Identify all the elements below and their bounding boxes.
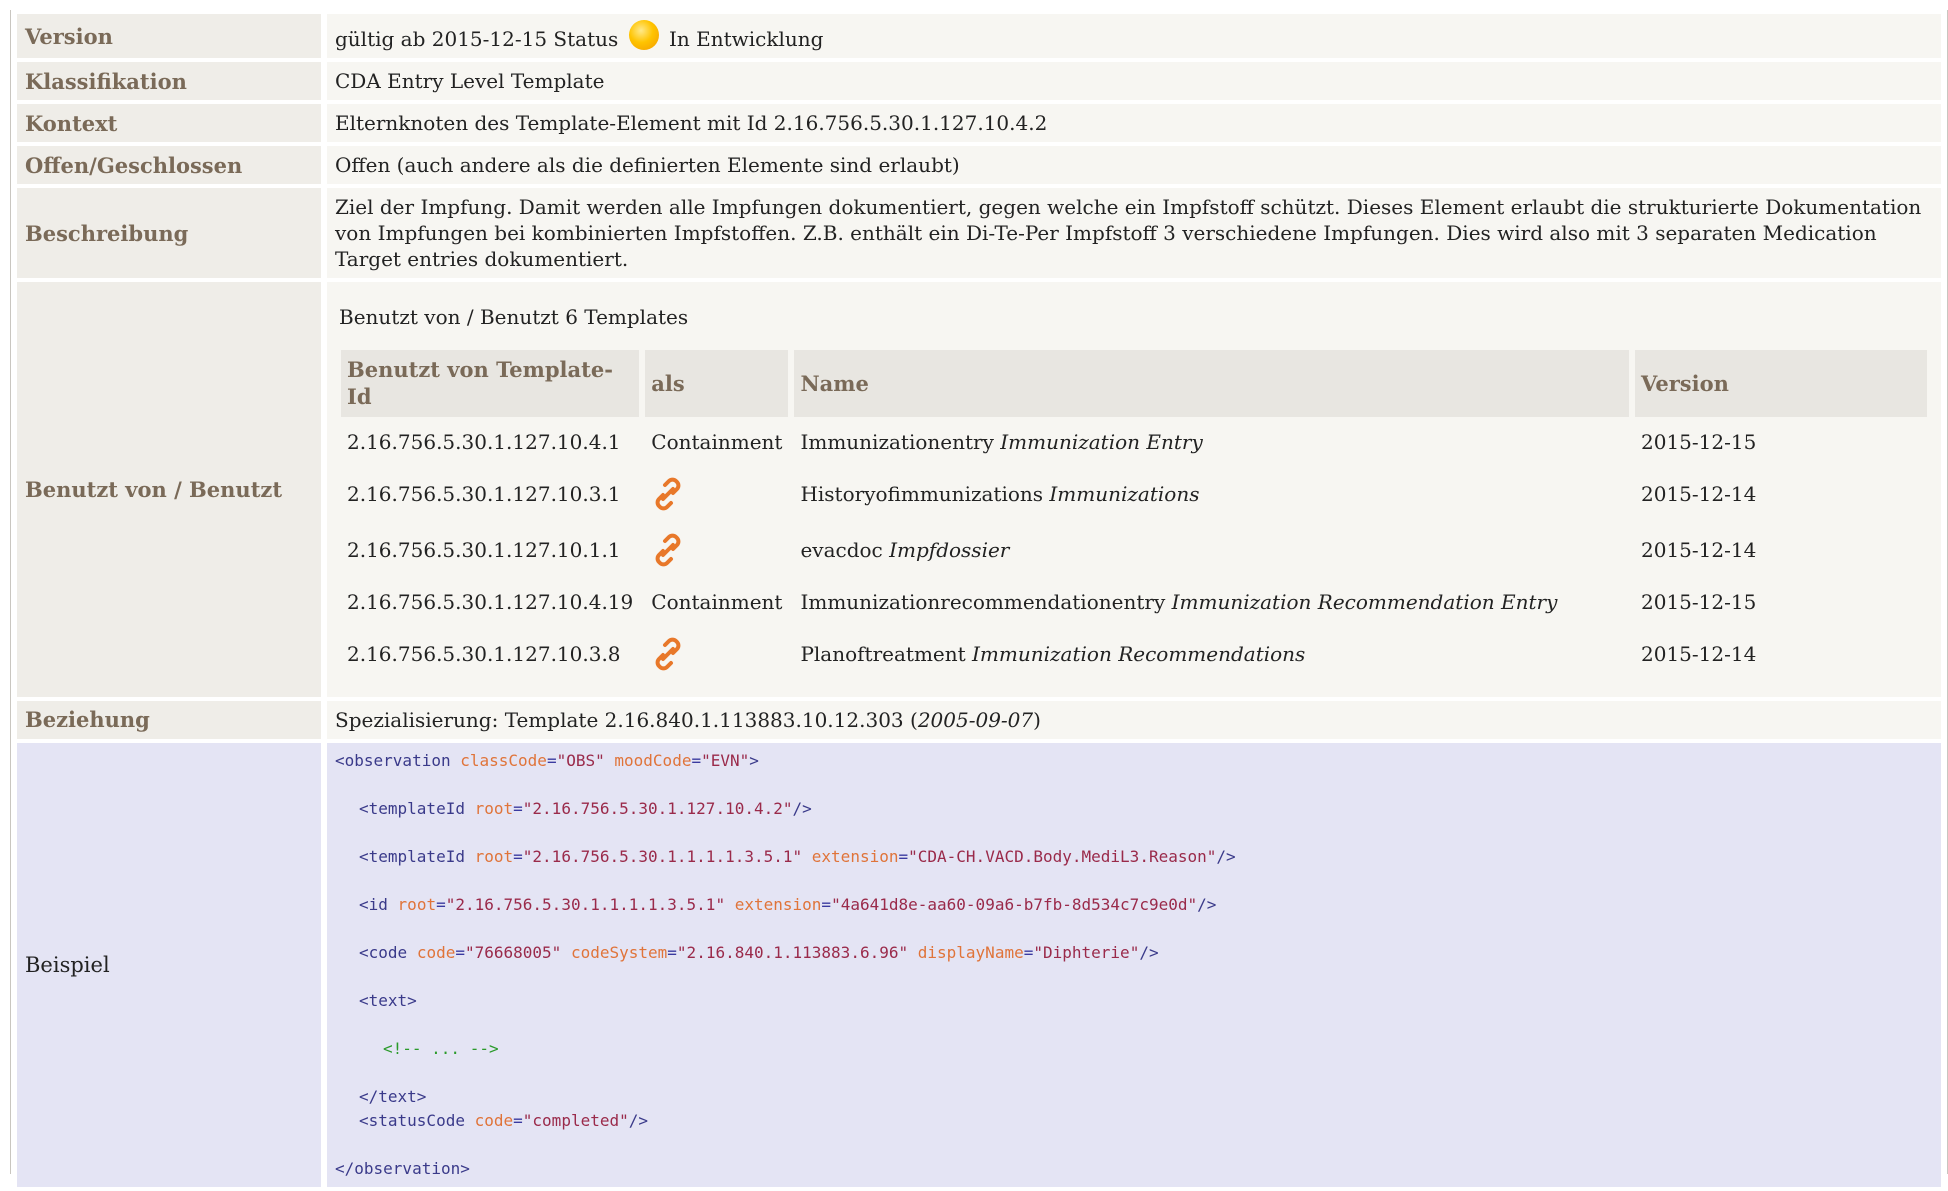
cell-template-id: 2.16.756.5.30.1.127.10.4.1 (347, 429, 621, 454)
label-klassifikation: Klassifikation (17, 62, 321, 100)
version-status: In Entwicklung (669, 27, 824, 51)
code-line: <statusCode code="completed"/> (359, 1110, 649, 1130)
usage-table: Benutzt von Template-Id als Name Version… (335, 348, 1933, 683)
beziehung-date: 2005-09-07 (917, 707, 1034, 732)
row-kontext: Kontext Elternknoten des Template-Elemen… (17, 104, 1941, 142)
cell-name[interactable]: Immunizationrecommendationentry (800, 590, 1165, 614)
cell-version: 2015-12-14 (1641, 537, 1757, 562)
cell-version: 2015-12-15 (1641, 589, 1757, 614)
version-valid-from: gültig ab 2015-12-15 Status (335, 27, 619, 51)
cell-name[interactable]: Planoftreatment (800, 642, 965, 666)
link-icon[interactable] (651, 477, 685, 511)
label-beziehung: Beziehung (17, 700, 321, 739)
code-line: <code code="76668005" codeSystem="2.16.8… (359, 942, 1159, 962)
cell-name-italic: Impfdossier (889, 537, 1010, 562)
code-line: <templateId root="2.16.756.5.30.1.1.1.1.… (359, 846, 1236, 866)
link-icon[interactable] (651, 637, 685, 671)
code-line: </text> (359, 1086, 427, 1106)
table-row: 2.16.756.5.30.1.127.10.4.1 Containment I… (341, 419, 1927, 465)
header-template-id: Benutzt von Template-Id (341, 350, 640, 417)
status-dot-icon (628, 20, 659, 50)
row-benutzt: Benutzt von / Benutzt Benutzt von / Benu… (17, 282, 1941, 697)
beziehung-suffix: ) (1033, 707, 1041, 732)
usage-header-row: Benutzt von Template-Id als Name Version (341, 350, 1927, 417)
row-beispiel: Beispiel <observation classCode="OBS" mo… (17, 742, 1941, 1187)
code-example: <observation classCode="OBS" moodCode="E… (335, 749, 1933, 1181)
label-beispiel: Beispiel (17, 742, 321, 1187)
cell-template-id: 2.16.756.5.30.1.127.10.3.8 (347, 641, 621, 666)
value-klassifikation: CDA Entry Level Template (327, 62, 1941, 100)
benutzt-subtitle: Benutzt von / Benutzt 6 Templates (339, 305, 689, 329)
table-row: 2.16.756.5.30.1.127.10.3.8 Planoftreatme… (341, 627, 1927, 681)
row-version: Version gültig ab 2015-12-15 Status In E… (17, 14, 1941, 58)
label-offen: Offen/Geschlossen (17, 146, 321, 184)
link-icon[interactable] (651, 533, 685, 567)
code-line: <!-- ... --> (383, 1038, 499, 1058)
cell-name-italic: Immunization Entry (1000, 429, 1203, 454)
header-als: als (645, 350, 789, 417)
row-beziehung: Beziehung Spezialisierung: Template 2.16… (17, 700, 1941, 739)
cell-als: Containment (651, 589, 783, 614)
value-offen: Offen (auch andere als die definierten E… (327, 146, 1941, 184)
cell-template-id: 2.16.756.5.30.1.127.10.4.19 (347, 589, 634, 614)
value-kontext: Elternknoten des Template-Element mit Id… (327, 104, 1941, 142)
cell-name-italic: Immunization Recommendation Entry (1171, 589, 1558, 614)
label-version: Version (17, 14, 321, 58)
cell-name[interactable]: Historyofimmunizations (800, 482, 1043, 506)
cell-template-id: 2.16.756.5.30.1.127.10.3.1 (347, 481, 621, 506)
cell-version: 2015-12-14 (1641, 481, 1757, 506)
template-frame: Version gültig ab 2015-12-15 Status In E… (10, 10, 1948, 1187)
label-benutzt: Benutzt von / Benutzt (17, 282, 321, 697)
cell-name-italic: Immunizations (1049, 481, 1200, 506)
code-line: </observation> (335, 1158, 470, 1178)
beziehung-prefix: Spezialisierung: Template 2.16.840.1.113… (335, 707, 918, 732)
row-beschreibung: Beschreibung Ziel der Impfung. Damit wer… (17, 188, 1941, 278)
table-row: 2.16.756.5.30.1.127.10.3.1 Historyofimmu… (341, 467, 1927, 521)
cell-name-italic: Immunization Recommendations (972, 641, 1306, 666)
header-name: Name (794, 350, 1629, 417)
cell-version: 2015-12-15 (1641, 429, 1757, 454)
code-line: <templateId root="2.16.756.5.30.1.127.10… (359, 798, 812, 818)
row-offen: Offen/Geschlossen Offen (auch andere als… (17, 146, 1941, 184)
label-beschreibung: Beschreibung (17, 188, 321, 278)
value-beschreibung: Ziel der Impfung. Damit werden alle Impf… (327, 188, 1941, 278)
header-version: Version (1635, 350, 1927, 417)
table-row: 2.16.756.5.30.1.127.10.1.1 evacdoc Impfd… (341, 523, 1927, 577)
code-line: <text> (359, 990, 417, 1010)
cell-als: Containment (651, 429, 783, 454)
template-table: Version gültig ab 2015-12-15 Status In E… (11, 10, 1947, 1191)
table-row: 2.16.756.5.30.1.127.10.4.19 Containment … (341, 579, 1927, 625)
cell-name[interactable]: Immunizationentry (800, 430, 993, 454)
label-kontext: Kontext (17, 104, 321, 142)
cell-version: 2015-12-14 (1641, 641, 1757, 666)
cell-name[interactable]: evacdoc (800, 538, 882, 562)
cell-template-id: 2.16.756.5.30.1.127.10.1.1 (347, 537, 621, 562)
row-klassifikation: Klassifikation CDA Entry Level Template (17, 62, 1941, 100)
code-line: <id root="2.16.756.5.30.1.1.1.1.3.5.1" e… (359, 894, 1217, 914)
code-line: <observation classCode="OBS" moodCode="E… (335, 750, 759, 770)
